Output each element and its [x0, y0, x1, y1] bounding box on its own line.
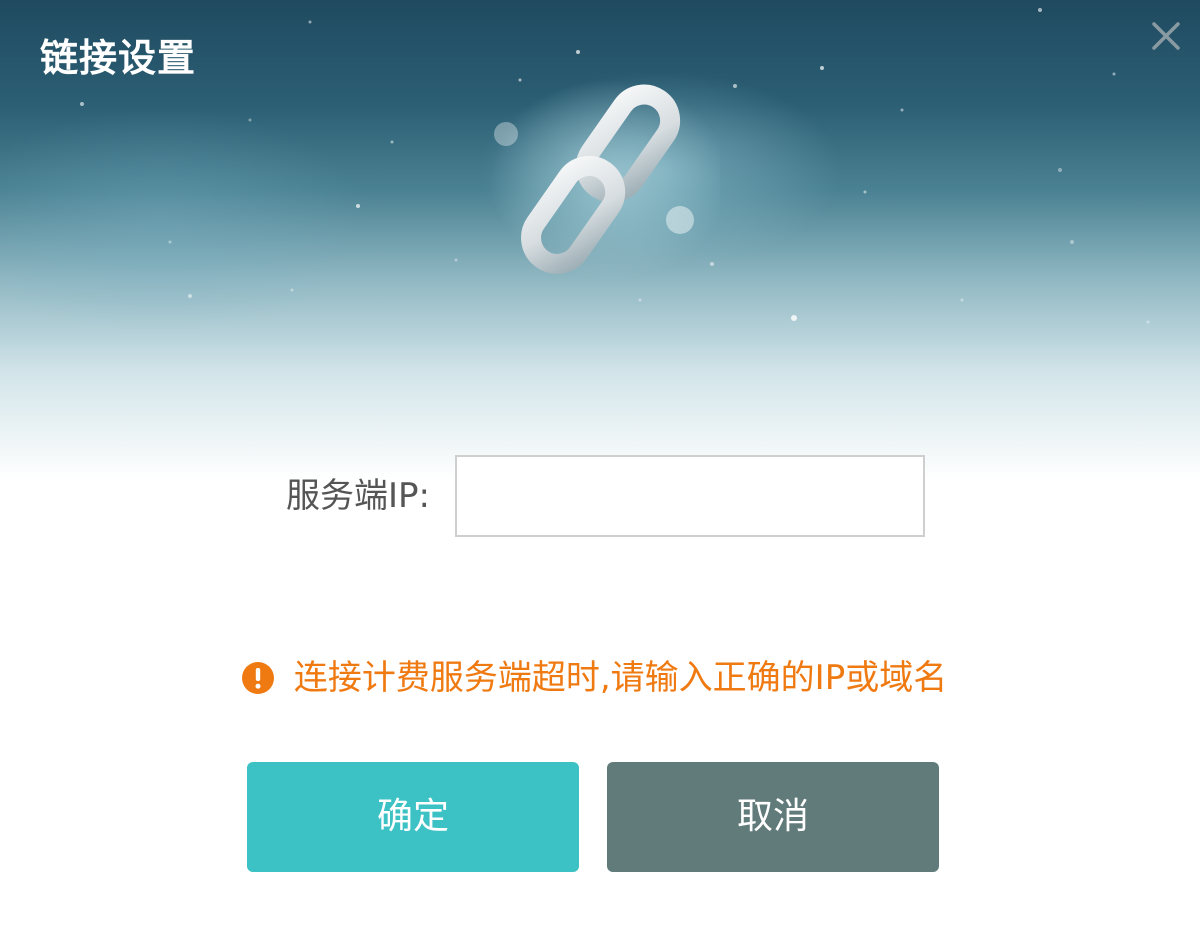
dialog-title: 链接设置: [40, 36, 197, 80]
close-icon: [1152, 22, 1180, 50]
chain-link-icon: [490, 80, 720, 280]
error-message: 连接计费服务端超时,请输入正确的IP或域名: [293, 658, 948, 698]
server-ip-input[interactable]: [455, 455, 925, 537]
link-settings-dialog: 链接设置 服务端IP: 连接计费服务端超时,请输入正确的IP或域名 确定 取消: [0, 0, 1200, 931]
server-ip-row: 服务端IP:: [0, 455, 1200, 537]
warning-icon: [241, 662, 274, 694]
error-message-row: 连接计费服务端超时,请输入正确的IP或域名: [0, 652, 1200, 704]
server-ip-label: 服务端IP:: [286, 476, 430, 516]
cancel-button[interactable]: 取消: [607, 762, 939, 872]
close-button[interactable]: [1144, 14, 1188, 58]
confirm-button[interactable]: 确定: [247, 762, 579, 872]
